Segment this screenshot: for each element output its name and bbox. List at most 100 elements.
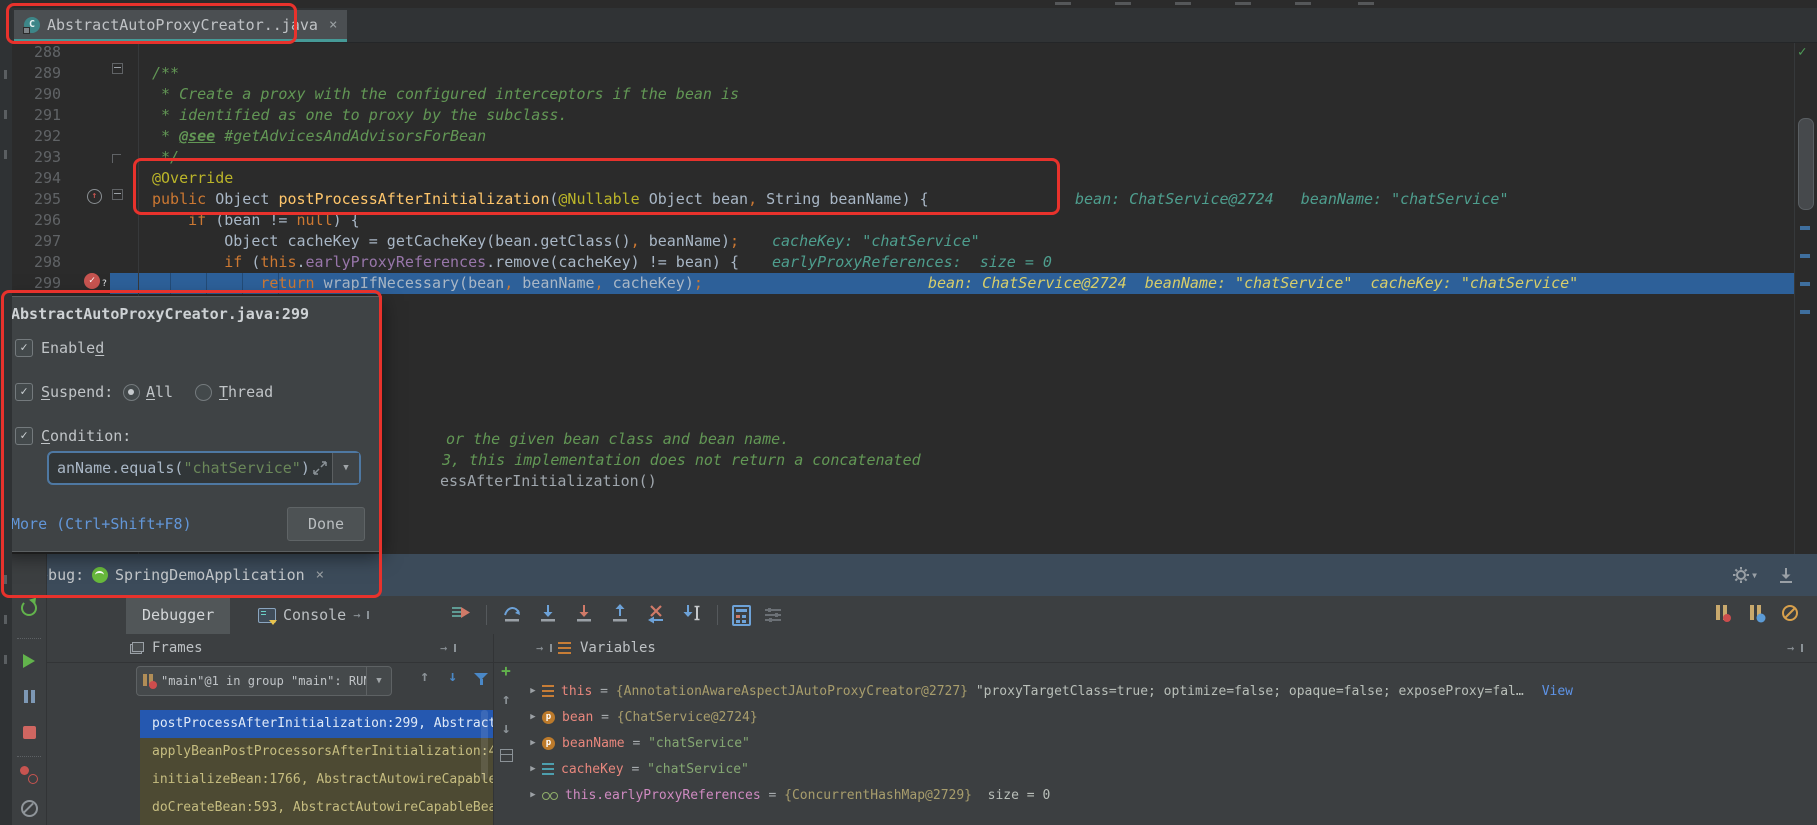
force-step-into-icon[interactable] [573,602,595,628]
expand-arrow-icon[interactable]: ▶ [524,790,542,800]
expand-arrow-icon[interactable]: ▶ [524,712,542,722]
variable-row[interactable]: ▶ p bean = {ChatService@2724} [524,704,1809,730]
rerun-icon[interactable] [12,600,46,616]
line-number: 296 [34,211,62,229]
expand-arrow-icon[interactable]: ▶ [524,738,542,748]
run-config-tab[interactable]: SpringDemoApplication × [92,554,324,596]
conditional-breakpoint-icon[interactable]: ✓ [84,273,107,292]
hide-library-frames-icon[interactable] [474,672,488,686]
debug-header-row: Debug: SpringDemoApplication × ▼ [0,554,1817,597]
code-line-296[interactable]: 296 if (bean != null) { [0,210,1817,231]
top-decoration [1295,2,1311,5]
frames-icon [130,642,144,654]
code-line-291[interactable]: 291 * identified as one to proxy by the … [0,105,1817,126]
thread-dump-icon[interactable] [1711,602,1733,628]
condition-history-dropdown[interactable]: ▼ [332,453,359,483]
drop-frame-icon[interactable] [645,602,667,628]
stripe-mark[interactable] [1800,226,1810,230]
step-over-icon[interactable] [501,602,523,628]
layout-settings-icon[interactable] [765,608,781,622]
stack-frame-row[interactable]: doCreateBean:593, AbstractAutowireCapabl… [140,794,493,822]
stripe-mark[interactable] [1800,254,1810,258]
code-line-289[interactable]: 289 /** [0,63,1817,84]
suspend-all-radio[interactable] [123,384,140,401]
fold-icon[interactable] [112,189,123,200]
run-to-cursor-icon[interactable] [681,602,703,628]
stripe-mark[interactable] [1800,282,1810,286]
code-line-297[interactable]: 297 Object cacheKey = getCacheKey(bean.g… [0,231,1817,252]
expand-arrow-icon[interactable]: ▶ [524,686,542,696]
code-text: /** [152,64,180,82]
code-line-290[interactable]: 290 * Create a proxy with the configured… [0,84,1817,105]
resume-icon[interactable] [12,654,46,668]
condition-checkbox[interactable]: ✓ [15,427,33,445]
previous-frame-icon[interactable]: ↑ [420,668,429,684]
overrides-method-icon[interactable]: ↑ [87,189,102,204]
stack-frame-row[interactable]: applyBeanPostProcessorsAfterInitializati… [140,738,493,766]
more-link[interactable]: More (Ctrl+Shift+F8) [11,515,192,533]
move-watch-down-icon[interactable]: ↓ [501,720,510,736]
tab-close-icon[interactable]: × [329,17,337,33]
suspend-thread-radio[interactable] [195,384,212,401]
suspend-checkbox[interactable]: ✓ [15,383,33,401]
stack-frame-row[interactable]: postProcessAfterInitialization:299, Abst… [140,710,493,738]
editor-tab[interactable]: C AbstractAutoProxyCreator..java × [14,10,348,42]
done-button[interactable]: Done [287,507,365,541]
show-watches-toggle-icon[interactable] [499,749,513,762]
top-decoration [1175,2,1191,5]
code-line-288[interactable]: 288 [0,42,1817,63]
panel-headers-row: Frames → → Variables → [46,634,1817,663]
mute-breakpoints-icon[interactable] [1779,602,1801,628]
editor-scrollbar[interactable] [1798,118,1814,210]
move-watch-up-icon[interactable]: ↑ [501,691,510,707]
stripe-mark[interactable] [1800,310,1810,314]
toolbar-separator [486,605,487,625]
step-into-icon[interactable] [537,602,559,628]
code-line-298[interactable]: 298 if (this.earlyProxyReferences.remove… [0,252,1817,273]
variable-value: "chatService" [647,761,749,777]
tab-debugger[interactable]: Debugger [126,596,231,634]
step-out-icon[interactable] [609,602,631,628]
code-line-299[interactable]: 299 ✓ return wrapIfNecessary(bean, beanNa… [0,273,1817,294]
variable-name: cacheKey [561,761,624,777]
chevron-down-icon[interactable]: ▼ [366,667,391,695]
tab-console[interactable]: Console → [242,596,385,634]
evaluate-expression-icon[interactable] [732,604,751,626]
settings-gear-icon[interactable]: ▼ [1732,566,1757,584]
code-text: if (bean != null) { [188,211,360,229]
next-frame-icon[interactable]: ↓ [448,668,457,684]
stack-frame-row[interactable]: initializeBean:1766, AbstractAutowireCap… [140,766,493,794]
fold-icon[interactable] [112,63,123,74]
expand-editor-icon[interactable] [312,460,328,476]
scroll-to-frame-icon[interactable]: → [536,641,552,655]
variable-row[interactable]: ▶ p beanName = "chatService" [524,730,1809,756]
show-execution-point-icon[interactable] [450,602,472,628]
expand-arrow-icon[interactable]: ▶ [524,764,542,774]
code-text: * Create a proxy with the configured int… [152,85,739,103]
enabled-checkbox[interactable]: ✓ [15,339,33,357]
scroll-to-source-icon[interactable]: → [440,641,456,655]
stop-icon[interactable] [12,726,46,739]
add-watch-icon[interactable]: + [501,663,511,679]
view-breakpoints-icon[interactable] [12,766,46,784]
code-line-293[interactable]: 293 */ [0,147,1817,168]
fold-icon[interactable] [112,154,121,163]
view-link[interactable]: View [1542,684,1573,699]
scroll-to-end-icon[interactable]: → [1787,641,1803,655]
code-line-294[interactable]: 294 @Override [0,168,1817,189]
variable-row[interactable]: ▶ cacheKey = "chatService" [524,756,1809,782]
frames-scrollbar[interactable] [481,710,488,780]
view-threads-icon[interactable] [1745,602,1767,628]
mute-breakpoints-icon[interactable] [12,800,46,817]
thread-selector[interactable]: "main"@1 in group "main": RUNNING ▼ [136,666,392,696]
code-line-295[interactable]: 295 ↑ public Object postProcessAfterInitia… [0,189,1817,210]
pause-icon[interactable] [12,690,46,703]
condition-input[interactable]: anName.equals("chatService") ▼ [47,451,361,485]
hide-panel-icon[interactable] [1777,566,1795,588]
code-line-292[interactable]: 292 * @see #getAdvicesAndAdvisorsForBean [0,126,1817,147]
variable-row[interactable]: ▶ this.earlyProxyReferences = {Concurrent… [524,782,1809,808]
debug-tool-window: Debug: SpringDemoApplication × ▼ Debugge… [0,554,1817,825]
variable-row[interactable]: ▶ this = {AnnotationAwareAspectJAutoProxy… [524,678,1809,704]
run-config-close-icon[interactable]: × [316,567,324,583]
variable-name: beanName [562,735,625,751]
